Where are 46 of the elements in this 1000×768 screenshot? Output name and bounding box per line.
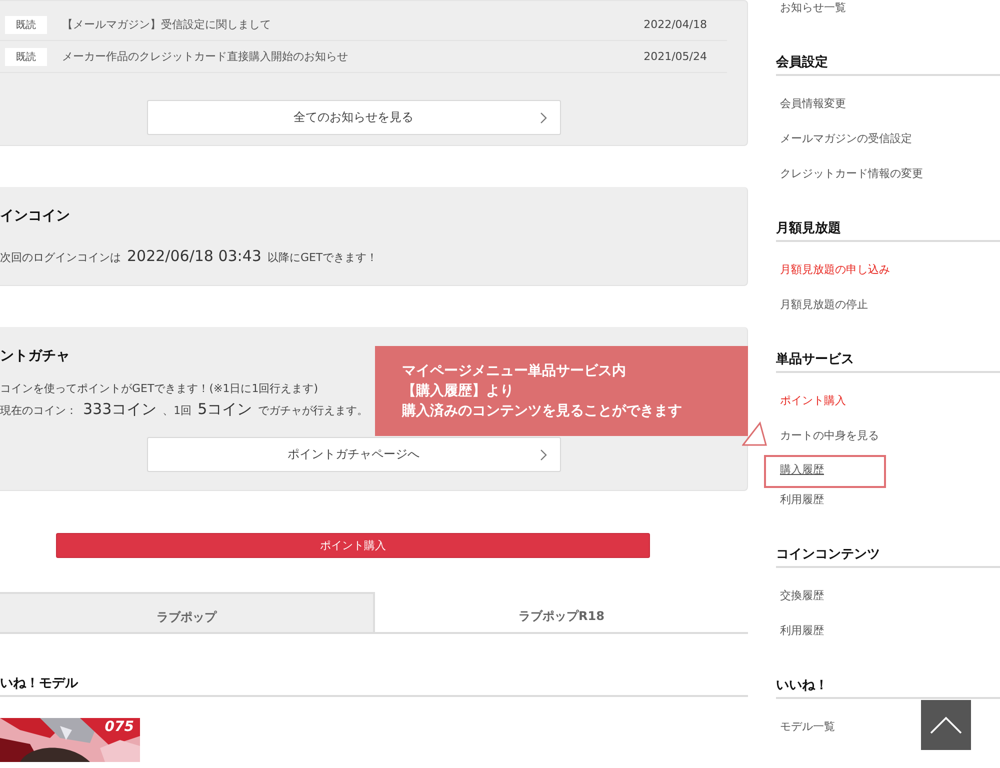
read-badge: 既読 [5,48,47,66]
login-datetime: 2022/06/18 03:43 [127,247,262,265]
chevron-right-icon [540,449,548,461]
coin-count: 333コイン [83,400,157,419]
sidebar-link[interactable]: モデル一覧 [776,719,835,754]
sidebar-link[interactable]: クレジットカード情報の変更 [776,166,923,201]
notice-date: 2021/05/24 [644,50,707,63]
sidebar-link[interactable]: お知らせ一覧 [776,0,846,35]
notice-link[interactable]: 【メールマガジン】受信設定に関しまして [62,17,644,32]
coin-cost: 5コイン [198,400,252,419]
callout-text: 【購入履歴】より [402,382,514,401]
notice-date: 2022/04/18 [644,18,707,31]
sidebar-link[interactable]: 会員情報変更 [776,96,846,131]
notice-link[interactable]: メーカー作品のクレジットカード直接購入開始のお知らせ [62,49,644,64]
back-to-top-button[interactable] [921,700,971,750]
read-badge: 既読 [5,16,47,34]
section-heading: インコイン [0,207,71,226]
sidebar-link[interactable]: 利用履歴 [776,492,824,527]
tab[interactable]: ラブポップ [0,592,375,632]
callout-text: 購入済みのコンテンツを見ることができます [402,402,682,421]
sidebar-link[interactable]: 交換履歴 [776,588,824,623]
info-text: 次回のログインコインは [0,250,121,265]
model-number: 075 [104,719,134,735]
sidebar-link[interactable]: メールマガジンの受信設定 [776,131,912,166]
description-text: コインを使ってポイントがGETできます！(※1日に1回行えます) [0,381,318,396]
info-text: 以降にGETできます！ [267,250,378,265]
sidebar-link[interactable]: ポイント購入 [776,393,846,428]
link-button[interactable]: 全てのお知らせを見る [146,100,560,135]
section-heading: いね！モデル [0,674,748,697]
purchase-button[interactable]: ポイント購入 [56,533,650,558]
info-text: 現在のコイン： [0,403,77,418]
sidebar-link[interactable]: 月額見放題の停止 [776,297,868,332]
sidebar-heading: 単品サービス [776,350,1000,373]
sidebar-heading: 月額見放題 [776,219,1000,242]
chevron-up-icon [930,716,962,734]
sidebar-heading: 会員設定 [776,53,1000,76]
link-button[interactable]: ポイントガチャページへ [146,437,560,472]
info-text: 、1回 [162,403,192,418]
info-text: でガチャが行えます。 [258,403,368,418]
section-heading: ントガチャ [0,347,71,366]
sidebar-heading: いいね！ [776,676,1000,699]
sidebar-link[interactable]: 利用履歴 [776,623,824,658]
callout-text: マイページメニュー単品サービス内 [402,362,626,381]
sidebar-heading: コインコンテンツ [776,545,1000,568]
sidebar-link[interactable]: 月額見放題の申し込み [776,262,890,297]
chevron-right-icon [540,112,548,124]
